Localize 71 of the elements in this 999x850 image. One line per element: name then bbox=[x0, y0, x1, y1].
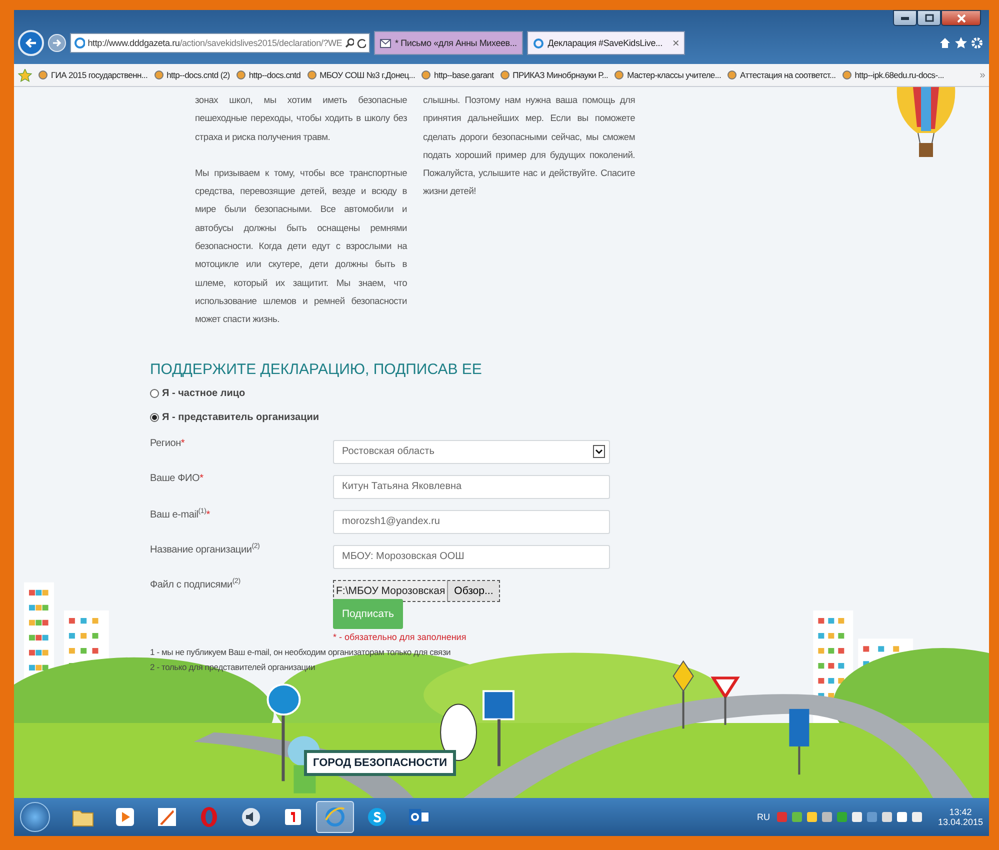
arrow-left-icon bbox=[25, 37, 37, 49]
radio-label: Я - представитель организации bbox=[162, 412, 320, 423]
favorite-link[interactable]: http--docs.cntd bbox=[248, 70, 301, 80]
speaker-icon bbox=[241, 807, 261, 827]
chevron-down-icon bbox=[595, 448, 603, 455]
field-label: Ваше ФИО* bbox=[150, 472, 204, 486]
forward-button[interactable] bbox=[48, 34, 66, 52]
site-icon bbox=[842, 70, 852, 80]
site-icon bbox=[727, 70, 738, 80]
site-icon bbox=[500, 70, 510, 80]
input-field[interactable]: Китун Татьяна Яковлевна bbox=[333, 474, 610, 499]
article-paragraph: слышны. Поэтому нам нужна ваша помощь для принятия дальнейших мер. Если вы поможете сделать дороги безопасными сейчас, мы сможем подать хороший пример для будущих поколений. Пожалуйста, услышите нас и действуйте. Спасите жизни детей! bbox=[423, 94, 635, 198]
favorite-link[interactable]: МБОУ СОШ №3 г.Донец... bbox=[320, 70, 416, 80]
chat-icon bbox=[367, 807, 387, 827]
site-icon bbox=[614, 70, 624, 80]
town-sign: ГОРОД БЕЗОПАСНОСТИ bbox=[304, 750, 456, 776]
favorite-link[interactable]: ГИА 2015 государственн... bbox=[51, 70, 148, 80]
favorite-link[interactable]: ПРИКАЗ Минобрнауки Р... bbox=[512, 70, 608, 80]
language-indicator[interactable]: RU bbox=[756, 812, 770, 822]
site-icon bbox=[236, 70, 246, 80]
radio-label: Я - частное лицо bbox=[162, 388, 246, 399]
refresh-icon bbox=[357, 38, 366, 48]
article-paragraph: Мы призываем к тому, чтобы все транспортные средства, перевозящие детей, везде и всюду в мире были безопасными. Все автомобили и автобусы должны быть оснащены ремнями безопасности. Когда дети едут с взрослыми на мотоцикле или скутере, дети должны быть в шлеме, который их защитит. Мы знаем, что использование шлемов и ремней безопасности может спасти жизнь. bbox=[195, 166, 407, 326]
close-button[interactable] bbox=[941, 10, 981, 26]
play-icon bbox=[115, 807, 135, 827]
close-icon bbox=[956, 14, 966, 22]
footnote: 2 - только для представителей организации bbox=[150, 662, 316, 672]
site-icon bbox=[38, 70, 48, 80]
radio-button[interactable] bbox=[150, 412, 159, 422]
favorite-link[interactable]: Аттестация на соответст... bbox=[740, 70, 836, 80]
site-icon bbox=[421, 70, 432, 80]
favorite-link[interactable]: http--docs.cntd (2) bbox=[166, 70, 230, 80]
required-note: * - обязательно для заполнения bbox=[333, 632, 468, 642]
favorite-link[interactable]: Мастер-классы учителе... bbox=[627, 70, 722, 80]
browser-tab[interactable]: * Письмо «для Анны Михеев... bbox=[374, 31, 523, 55]
brush-icon bbox=[157, 807, 177, 827]
ring-icon bbox=[199, 806, 219, 828]
favorite-link[interactable]: http--base.garant bbox=[434, 70, 494, 80]
site-icon bbox=[154, 70, 164, 80]
page-icon bbox=[532, 38, 544, 48]
settings-icon[interactable] bbox=[971, 37, 983, 49]
site-icon bbox=[306, 70, 317, 80]
clock[interactable]: 13:42 13.04.2015 bbox=[938, 807, 983, 827]
page-icon bbox=[74, 37, 85, 49]
minimize-icon bbox=[901, 16, 909, 20]
start-button[interactable] bbox=[20, 802, 50, 832]
home-icon[interactable] bbox=[939, 37, 951, 49]
address-bar[interactable]: http://www.dddgazeta.ru/action/savekidslives2015/declaration/?WE bbox=[70, 33, 370, 53]
field-label: Файл с подписями$^{(2)}$ bbox=[150, 576, 242, 592]
article-paragraph: зонах школ, мы хотим иметь безопасные пешеходные переходы, чтобы ходить в школу без страха и риска получения травм. bbox=[195, 94, 407, 144]
field-label: Ваш e-mail$^{(1)}$* bbox=[150, 506, 211, 522]
form-heading: ПОДДЕРЖИТЕ ДЕКЛАРАЦИЮ, ПОДПИСАВ ЕЕ bbox=[150, 360, 483, 378]
input-field[interactable]: morozsh1@yandex.ru bbox=[333, 510, 610, 534]
arrow-right-icon bbox=[52, 38, 62, 48]
region-select[interactable]: Ростовская область bbox=[333, 440, 610, 464]
radio-button[interactable] bbox=[150, 388, 159, 398]
input-field[interactable]: МБОУ: Морозовская ООШ bbox=[333, 544, 610, 569]
minimize-button[interactable] bbox=[893, 10, 917, 26]
back-button[interactable] bbox=[18, 30, 44, 56]
maximize-button[interactable] bbox=[917, 10, 941, 26]
star-icon[interactable] bbox=[955, 37, 967, 49]
browser-tab[interactable]: Декларация #SaveKidsLive... × bbox=[526, 31, 686, 55]
globe-icon bbox=[324, 806, 346, 828]
field-label: Название организации$^{(2)}$ bbox=[150, 542, 261, 557]
mail-icon bbox=[408, 807, 430, 827]
star-icon[interactable] bbox=[18, 68, 32, 82]
maximize-icon bbox=[924, 14, 934, 22]
mail-icon bbox=[380, 38, 391, 48]
favorite-link[interactable]: http--ipk.68edu.ru-docs-... bbox=[854, 70, 944, 80]
search-icon bbox=[345, 38, 354, 48]
field-label: Регион* bbox=[150, 436, 186, 451]
